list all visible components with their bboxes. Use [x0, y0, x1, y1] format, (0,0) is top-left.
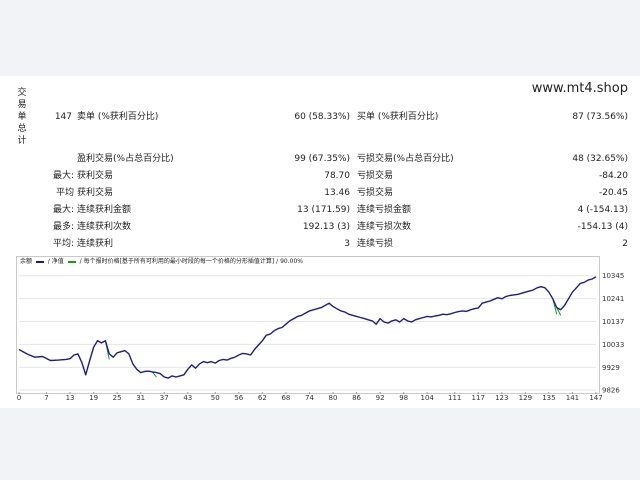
- x-tick-label: 98: [399, 394, 408, 402]
- x-tick-label: 141: [566, 394, 579, 402]
- x-tick-label: 25: [113, 394, 122, 402]
- equity-chart: 10345 10241 10137 10033 9929 9826 0 7 13 19 25 31 37…: [17, 272, 625, 402]
- x-tick-label: 104: [421, 394, 435, 402]
- y-tick-label: 9929: [602, 364, 620, 372]
- y-tick-label: 10033: [602, 341, 624, 349]
- x-tick-label: 31: [136, 394, 145, 402]
- x-tick-label: 68: [281, 394, 290, 402]
- x-tick-label: 86: [352, 394, 361, 402]
- x-tick-label: 7: [44, 394, 48, 402]
- x-tick-label: 123: [495, 394, 508, 402]
- x-tick-label: 92: [376, 394, 385, 402]
- x-tick-label: 13: [66, 394, 75, 402]
- x-tick-label: 43: [183, 394, 192, 402]
- x-tick-label: 129: [519, 394, 532, 402]
- legend-quality-label: 90.00%: [280, 258, 303, 265]
- x-tick-label: 135: [542, 394, 555, 402]
- x-tick-label: 117: [472, 394, 485, 402]
- y-tick-label: 10345: [602, 272, 624, 280]
- x-tick-label: 0: [17, 394, 21, 402]
- y-tick-label: 10241: [602, 295, 624, 303]
- legend-balance-label: 余额: [20, 258, 33, 265]
- legend-equity-swatch: [67, 260, 76, 263]
- y-tick-label: 10137: [602, 318, 624, 326]
- legend-balance-swatch: [35, 260, 44, 263]
- legend-model-label: 每个报时价格[基于所有可利用的最小时段的每一个价格的分形插值计算]: [83, 258, 275, 265]
- x-tick-label: 80: [329, 394, 338, 402]
- x-tick-label: 147: [589, 394, 602, 402]
- x-tick-label: 56: [234, 394, 243, 402]
- x-tick-label: 19: [89, 394, 98, 402]
- balance-line: [18, 276, 597, 379]
- chart-legend: 余额 / 净值 / 每个报时价格[基于所有可利用的最小时段的每一个价格的分形插值…: [20, 258, 303, 265]
- legend-equity-label: 净值: [51, 258, 64, 265]
- x-tick-label: 62: [258, 394, 267, 402]
- x-tick-label: 50: [211, 394, 220, 402]
- y-tick-label: 9826: [602, 387, 620, 395]
- x-tick-label: 37: [160, 394, 169, 402]
- x-tick-label: 74: [305, 394, 314, 402]
- x-tick-label: 111: [448, 394, 461, 402]
